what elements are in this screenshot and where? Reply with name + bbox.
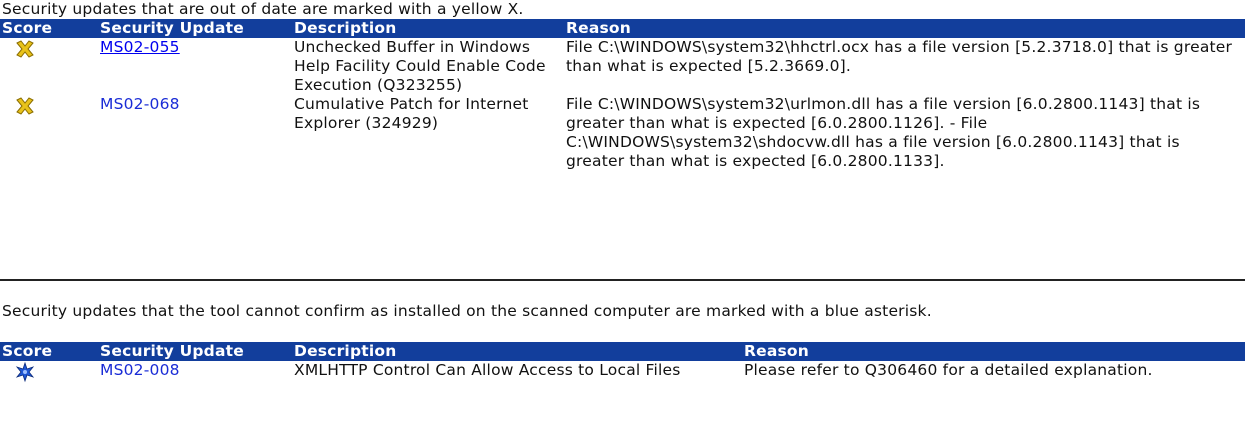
score-header: Score — [0, 19, 92, 38]
table-row: MS02-008 XMLHTTP Control Can Allow Acces… — [0, 361, 1245, 388]
security-update-header: Security Update — [92, 19, 292, 38]
out-of-date-intro: Security updates that are out of date ar… — [2, 0, 524, 18]
security-update-link[interactable]: MS02-068 — [100, 95, 180, 113]
security-update-link[interactable]: MS02-008 — [100, 361, 180, 379]
description-cell: Unchecked Buffer in Windows Help Facilit… — [294, 38, 546, 94]
yellow-x-icon — [16, 40, 34, 58]
description-cell: Cumulative Patch for Internet Explorer (… — [294, 95, 529, 132]
table-row: MS02-055 Unchecked Buffer in Windows Hel… — [0, 38, 1245, 95]
cannot-confirm-table: Score Security Update Description Reason… — [0, 342, 1245, 388]
description-header: Description — [292, 19, 564, 38]
security-update-cell[interactable]: MS02-068 — [92, 95, 292, 171]
table-row: MS02-068 Cumulative Patch for Internet E… — [0, 95, 1245, 171]
security-update-link[interactable]: MS02-055 — [100, 38, 180, 56]
security-update-cell[interactable]: MS02-008 — [92, 361, 292, 388]
cannot-confirm-intro: Security updates that the tool cannot co… — [2, 302, 932, 320]
section-divider — [0, 279, 1245, 281]
reason-header: Reason — [742, 342, 1245, 361]
yellow-x-icon — [16, 97, 34, 115]
reason-cell: File C:\WINDOWS\system32\hhctrl.ocx has … — [566, 38, 1233, 75]
security-update-cell[interactable]: MS02-055 — [92, 38, 292, 95]
score-cell — [0, 361, 92, 388]
description-header: Description — [292, 342, 742, 361]
blue-asterisk-icon — [15, 361, 35, 383]
table-header-row: Score Security Update Description Reason — [0, 19, 1245, 38]
reason-cell: File C:\WINDOWS\system32\urlmon.dll has … — [566, 95, 1201, 170]
reason-header: Reason — [564, 19, 1245, 38]
score-cell — [0, 95, 92, 171]
description-cell: XMLHTTP Control Can Allow Access to Loca… — [294, 361, 681, 379]
out-of-date-table: Score Security Update Description Reason… — [0, 19, 1245, 171]
score-cell — [0, 38, 92, 95]
score-header: Score — [0, 342, 92, 361]
security-update-header: Security Update — [92, 342, 292, 361]
table-header-row: Score Security Update Description Reason — [0, 342, 1245, 361]
reason-cell: Please refer to Q306460 for a detailed e… — [744, 361, 1153, 379]
